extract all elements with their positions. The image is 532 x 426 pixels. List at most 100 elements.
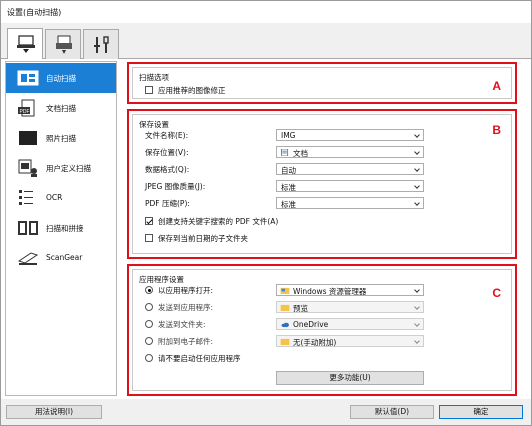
scanner-panel-icon xyxy=(56,35,72,54)
save-subfolder-checkbox[interactable] xyxy=(145,234,153,242)
scan-mode-sidebar: 自动扫描 PDF 文档扫描 照片扫描 用户定义扫描 OCR 扫描和拼接 Scan… xyxy=(5,61,117,396)
send-to-folder-select[interactable]: OneDrive xyxy=(276,318,424,330)
app-settings-group: 应用程序设置 以应用程序打开: Windows 资源管理器 发送到应用程序: 预… xyxy=(132,269,512,391)
sidebar-item-label: 自动扫描 xyxy=(46,74,76,83)
file-name-input[interactable]: IMG xyxy=(276,129,424,141)
computer-scan-icon xyxy=(17,35,35,53)
sidebar-item-label: OCR xyxy=(46,193,63,202)
sidebar-item-label: ScanGear xyxy=(46,253,83,262)
tab-general-settings[interactable] xyxy=(83,29,119,59)
sidebar-item-label: 照片扫描 xyxy=(46,134,76,143)
save-in-value: 文档 xyxy=(293,149,308,158)
attach-email-radio[interactable] xyxy=(145,337,153,345)
save-in-label: 保存位置(V): xyxy=(145,148,189,157)
marker-a: A xyxy=(492,79,501,93)
save-subfolder-label: 保存到当前日期的子文件夹 xyxy=(158,234,248,243)
pdf-compression-select[interactable]: 标准 xyxy=(276,197,424,209)
save-in-select[interactable]: 文档 xyxy=(276,146,424,158)
sidebar-item-label: 扫描和拼接 xyxy=(46,224,84,233)
data-format-label: 数据格式(Q): xyxy=(145,165,190,174)
data-format-select[interactable]: 自动 xyxy=(276,163,424,175)
footer-bar: 用法说明(I) 默认值(D) 确定 xyxy=(1,399,531,425)
document-icon: PDF xyxy=(18,99,35,117)
stitch-icon xyxy=(18,221,38,235)
group-title: 扫描选项 xyxy=(139,73,169,82)
tab-scan-from-panel[interactable] xyxy=(45,29,81,59)
send-to-folder-label: 发送到文件夹: xyxy=(158,320,206,329)
pdf-compression-value: 标准 xyxy=(281,200,296,209)
scangear-icon xyxy=(17,252,39,265)
open-with-radio[interactable] xyxy=(145,286,153,294)
keyword-pdf-label: 创建支持关键字搜索的 PDF 文件(A) xyxy=(158,217,279,226)
sidebar-item-photo-scan[interactable]: 照片扫描 xyxy=(6,123,116,153)
ok-button[interactable]: 确定 xyxy=(439,405,523,419)
custom-scan-icon xyxy=(18,159,37,177)
sidebar-item-stitch-scan[interactable]: 扫描和拼接 xyxy=(6,213,116,243)
photo-icon xyxy=(19,131,37,145)
send-to-app-select[interactable]: 预览 xyxy=(276,301,424,313)
chevron-down-icon xyxy=(414,200,420,206)
do-not-start-label: 请不要启动任何应用程序 xyxy=(158,354,241,363)
send-to-app-radio[interactable] xyxy=(145,303,153,311)
settings-body: 自动扫描 PDF 文档扫描 照片扫描 用户定义扫描 OCR 扫描和拼接 Scan… xyxy=(1,59,531,399)
attach-email-select[interactable]: 无(手动附加) xyxy=(276,335,424,347)
folder-icon xyxy=(280,304,290,311)
folder-icon xyxy=(280,338,290,345)
jpeg-quality-value: 标准 xyxy=(281,183,296,192)
open-with-select[interactable]: Windows 资源管理器 xyxy=(276,284,424,296)
file-name-label: 文件名称(E): xyxy=(145,131,189,140)
data-format-value: 自动 xyxy=(281,166,296,175)
group-title: 保存设置 xyxy=(139,120,169,129)
open-with-label: 以应用程序打开: xyxy=(158,286,214,295)
marker-c: C xyxy=(492,286,501,300)
sidebar-item-custom-scan[interactable]: 用户定义扫描 xyxy=(6,153,116,183)
documents-folder-icon xyxy=(281,149,289,156)
sidebar-item-label: 用户定义扫描 xyxy=(46,164,91,173)
do-not-start-radio[interactable] xyxy=(145,354,153,362)
chevron-down-icon xyxy=(414,304,420,310)
jpeg-quality-label: JPEG 图像质量(J): xyxy=(145,182,206,191)
send-to-app-value: 预览 xyxy=(293,304,308,313)
marker-b: B xyxy=(492,123,501,137)
chevron-down-icon xyxy=(414,321,420,327)
chevron-down-icon xyxy=(414,287,420,293)
settings-window: 设置(自动扫描) 自动扫描 PDF 文档扫描 照片扫描 用户定义扫描 OCR 扫… xyxy=(0,0,532,426)
sidebar-item-auto-scan[interactable]: 自动扫描 xyxy=(6,63,116,93)
chevron-down-icon xyxy=(414,183,420,189)
jpeg-quality-select[interactable]: 标准 xyxy=(276,180,424,192)
send-to-folder-value: OneDrive xyxy=(293,320,329,329)
cloud-icon xyxy=(281,322,289,328)
save-settings-group: 保存设置 文件名称(E): IMG 保存位置(V): 文档 数据格式(Q): 自… xyxy=(132,114,512,254)
chevron-down-icon xyxy=(414,338,420,344)
file-name-value: IMG xyxy=(281,131,296,140)
tools-icon xyxy=(94,36,109,53)
ocr-icon xyxy=(19,190,33,205)
more-functions-button[interactable]: 更多功能(U) xyxy=(276,371,424,385)
svg-text:PDF: PDF xyxy=(20,109,30,115)
send-to-folder-radio[interactable] xyxy=(145,320,153,328)
defaults-button[interactable]: 默认值(D) xyxy=(350,405,434,419)
keyword-pdf-checkbox[interactable] xyxy=(145,217,153,225)
attach-email-label: 附加到电子邮件: xyxy=(158,337,214,346)
group-title: 应用程序设置 xyxy=(139,275,184,284)
window-title: 设置(自动扫描) xyxy=(7,8,62,17)
auto-scan-icon xyxy=(17,70,39,86)
sidebar-item-document-scan[interactable]: PDF 文档扫描 xyxy=(6,93,116,123)
sidebar-item-ocr[interactable]: OCR xyxy=(6,183,116,213)
send-to-app-label: 发送到应用程序: xyxy=(158,303,214,312)
scan-options-panel: 扫描选项 应用推荐的图像修正 A xyxy=(127,62,517,104)
chevron-down-icon xyxy=(414,166,420,172)
scan-options-group: 扫描选项 应用推荐的图像修正 xyxy=(132,67,512,99)
chevron-down-icon xyxy=(414,149,420,155)
apply-correction-label: 应用推荐的图像修正 xyxy=(158,86,226,95)
app-settings-panel: 应用程序设置 以应用程序打开: Windows 资源管理器 发送到应用程序: 预… xyxy=(127,264,517,396)
pdf-compression-label: PDF 压缩(P): xyxy=(145,199,190,208)
sidebar-item-scangear[interactable]: ScanGear xyxy=(6,243,116,273)
instructions-button[interactable]: 用法说明(I) xyxy=(6,405,102,419)
tab-scan-from-computer[interactable] xyxy=(7,28,43,59)
chevron-down-icon xyxy=(414,132,420,138)
attach-email-value: 无(手动附加) xyxy=(293,338,337,347)
apply-correction-checkbox[interactable] xyxy=(145,86,153,94)
explorer-folder-icon xyxy=(280,287,290,294)
open-with-value: Windows 资源管理器 xyxy=(293,287,367,296)
